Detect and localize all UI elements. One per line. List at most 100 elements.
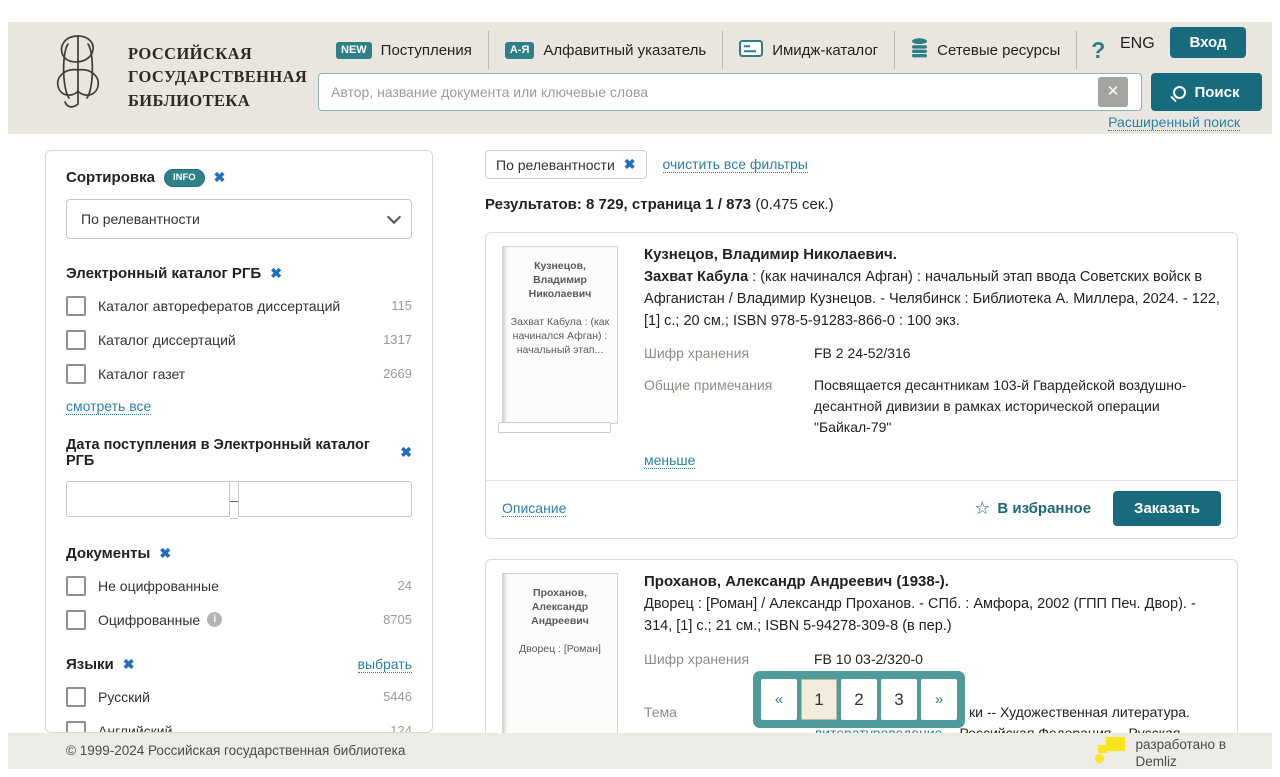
sort-select[interactable]: По релевантности: [66, 199, 412, 239]
footer: © 1999-2024 Российская государственная б…: [8, 733, 1272, 769]
search-icon: [1173, 86, 1186, 99]
clear-catalog-icon[interactable]: ✖: [270, 265, 282, 282]
thumb-author: Кузнецов, Владимир Николаевич: [510, 259, 610, 302]
record-title: Захват Кабула: [644, 269, 748, 285]
checkbox[interactable]: [66, 610, 86, 630]
book-cover-thumbnail[interactable]: Проханов, Александр Андреевич Дворец : […: [502, 573, 618, 733]
pagination-page-2[interactable]: 2: [841, 679, 877, 720]
clear-sort-icon[interactable]: ✖: [214, 169, 226, 186]
rsl-logo[interactable]: РОССИЙСКАЯ ГОСУДАРСТВЕННАЯ БИБЛИОТЕКА: [48, 28, 307, 114]
developed-by-label: разработано в: [1136, 736, 1226, 753]
checkbox-label: Каталог газет: [98, 366, 185, 382]
demliz-logo-icon: [1094, 736, 1125, 765]
sort-section-title: Сортировка: [66, 169, 155, 186]
date-range-separator: –: [230, 481, 238, 519]
checkbox-label: Каталог авторефератов диссертаций: [98, 298, 340, 314]
nav-network-resources[interactable]: Сетевые ресурсы: [895, 38, 1076, 62]
star-icon: ☆: [974, 498, 990, 519]
see-all-link[interactable]: смотреть все: [66, 398, 151, 415]
detail-label: Общие примечания: [644, 375, 814, 438]
date-from-input[interactable]: [66, 481, 230, 517]
checkbox[interactable]: [66, 364, 86, 384]
search-button[interactable]: Поиск: [1151, 73, 1262, 111]
detail-label: Шифр хранения: [644, 343, 814, 364]
catalog-section-title: Электронный каталог РГБ: [66, 265, 261, 282]
active-filter-chip[interactable]: По релевантности ✖: [485, 150, 647, 179]
detail-row: Общие примечания Посвящается десантникам…: [644, 375, 1221, 438]
filter-checkbox-dissertations[interactable]: Каталог диссертаций 1317: [66, 330, 412, 350]
theme-rest: -- Российская Федерация -- Русская: [942, 725, 1180, 734]
results-time: (0.475 сек.): [751, 196, 833, 213]
logo-text: РОССИЙСКАЯ ГОСУДАРСТВЕННАЯ БИБЛИОТЕКА: [128, 28, 307, 112]
record-author: Проханов, Александр Андреевич (1938-).: [644, 573, 1221, 590]
language-switch[interactable]: ENG: [1120, 35, 1155, 53]
add-to-favorites-button[interactable]: ☆ В избранное: [974, 498, 1091, 519]
detail-row: Шифр хранения FB 2 24-52/316: [644, 343, 1221, 364]
checkbox-label: Каталог диссертаций: [98, 332, 236, 348]
filter-checkbox-not-digitized[interactable]: Не оцифрованные 24: [66, 576, 412, 596]
filter-checkbox-digitized[interactable]: Оцифрованные i 8705: [66, 610, 412, 630]
date-section-title: Дата поступления в Электронный каталог Р…: [66, 437, 391, 469]
pagination: « 1 2 3 »: [753, 671, 965, 728]
active-filter-chip-label: По релевантности: [496, 157, 615, 173]
catalog-section: Электронный каталог РГБ ✖ Каталог авторе…: [66, 265, 412, 415]
copyright-text: © 1999-2024 Российская государственная б…: [66, 733, 405, 769]
shelf-code: FB 10 03-2/320-0: [814, 649, 1221, 670]
filter-checkbox-english[interactable]: Английский 124: [66, 721, 412, 734]
checkbox[interactable]: [66, 330, 86, 350]
date-to-input[interactable]: [238, 481, 412, 517]
info-icon[interactable]: i: [207, 612, 222, 627]
record-description: Захват Кабула : (как начинался Афган) : …: [644, 267, 1221, 332]
thumb-title: Захват Кабула : (как начинался Афган) : …: [510, 315, 610, 358]
pagination-next[interactable]: »: [921, 679, 957, 720]
book-cover-thumbnail[interactable]: Кузнецов, Владимир Николаевич Захват Каб…: [502, 246, 618, 424]
documents-section-title: Документы: [66, 545, 150, 562]
advanced-search-link[interactable]: Расширенный поиск: [1108, 114, 1240, 131]
nav-alphabet-index-label: Алфавитный указатель: [543, 42, 706, 59]
checkbox[interactable]: [66, 687, 86, 707]
filter-checkbox-autoref-dissertations[interactable]: Каталог авторефератов диссертаций 115: [66, 296, 412, 316]
pagination-prev[interactable]: «: [761, 679, 797, 720]
record-description: Дворец : [Роман] / Александр Проханов. -…: [644, 594, 1221, 638]
nav-alphabet-index[interactable]: А-Я Алфавитный указатель: [489, 42, 722, 59]
clear-search-button[interactable]: ✕: [1098, 77, 1128, 107]
login-button[interactable]: Вход: [1170, 27, 1246, 58]
chevron-down-icon: [387, 209, 401, 223]
search-input[interactable]: [318, 73, 1142, 111]
checkbox-label: Не оцифрованные: [98, 578, 219, 594]
result-row-1: 1 Кузнецов, Владимир Николаевич Захват К…: [485, 232, 1238, 539]
nav-image-catalog[interactable]: Имидж-каталог: [723, 40, 894, 61]
nav-image-catalog-label: Имидж-каталог: [772, 42, 878, 59]
checkbox[interactable]: [66, 576, 86, 596]
developer-credit[interactable]: разработано в Demliz: [1094, 736, 1226, 771]
checkbox[interactable]: [66, 721, 86, 734]
filter-checkbox-russian[interactable]: Русский 5446: [66, 687, 412, 707]
choose-languages-link[interactable]: выбрать: [358, 656, 413, 673]
facet-count: 24: [398, 578, 412, 593]
logo-line: БИБЛИОТЕКА: [128, 89, 307, 112]
results-count: Результатов: 8 729, страница 1 / 873: [485, 196, 751, 213]
clear-date-icon[interactable]: ✖: [400, 444, 412, 461]
network-resources-icon: [911, 38, 928, 62]
pagination-page-3[interactable]: 3: [881, 679, 917, 720]
checkbox[interactable]: [66, 296, 86, 316]
nav-new-arrivals[interactable]: NEW Поступления: [320, 42, 488, 59]
filter-checkbox-newspapers[interactable]: Каталог газет 2669: [66, 364, 412, 384]
clear-all-filters-link[interactable]: очистить все фильтры: [663, 156, 808, 173]
pagination-page-1[interactable]: 1: [801, 679, 837, 720]
order-button[interactable]: Заказать: [1113, 491, 1221, 526]
clear-languages-icon[interactable]: ✖: [123, 656, 135, 673]
rsl-catalog-page: РОССИЙСКАЯ ГОСУДАРСТВЕННАЯ БИБЛИОТЕКА NE…: [0, 0, 1280, 777]
info-badge[interactable]: INFO: [164, 169, 205, 187]
remove-filter-icon[interactable]: ✖: [624, 156, 636, 173]
help-button[interactable]: ?: [1077, 37, 1119, 64]
description-link[interactable]: Описание: [502, 500, 566, 517]
detail-value: FB 2 24-52/316: [814, 343, 1221, 364]
collapse-link[interactable]: меньше: [644, 452, 695, 469]
facet-count: 115: [391, 298, 412, 313]
sort-section: Сортировка INFO ✖ По релевантности: [66, 169, 412, 239]
documents-section: Документы ✖ Не оцифрованные 24 Оцифрован…: [66, 545, 412, 630]
alphabet-badge-icon: А-Я: [505, 42, 535, 59]
clear-documents-icon[interactable]: ✖: [159, 545, 171, 562]
filters-sidebar: Сортировка INFO ✖ По релевантности Элект…: [45, 150, 433, 733]
